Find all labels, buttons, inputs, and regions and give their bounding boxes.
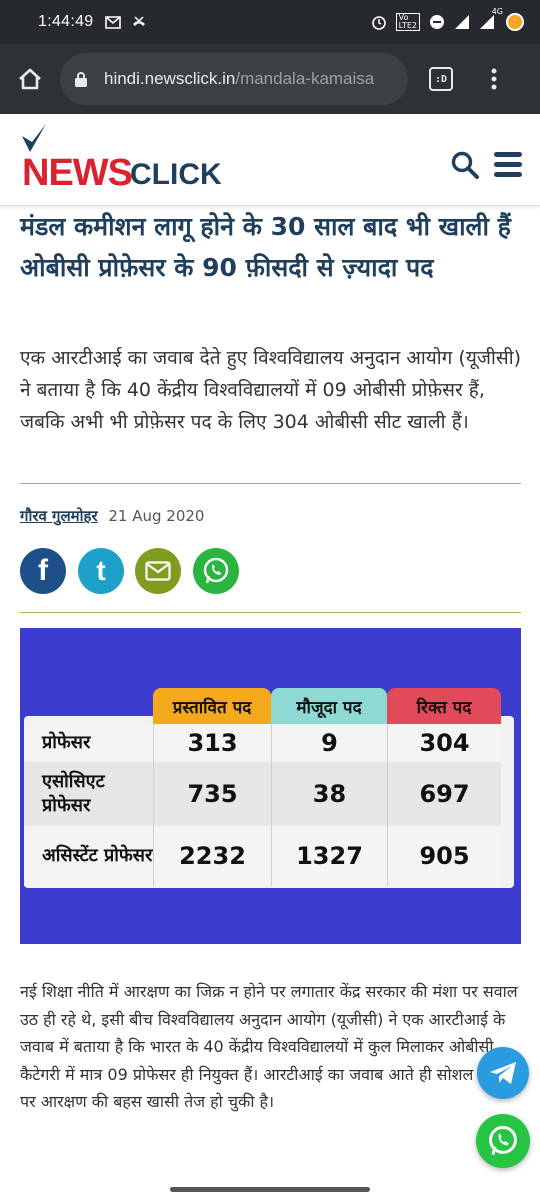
cell-vacant: 697	[387, 762, 501, 826]
row-label: प्रोफेसर	[42, 732, 91, 753]
share-facebook-button[interactable]: f	[20, 548, 66, 594]
table-row: एसोसिएट प्रोफेसर 735 38 697	[24, 762, 501, 826]
cell-current: 38	[271, 762, 387, 826]
missed-call-icon	[131, 13, 147, 31]
status-time: 1:44:49	[38, 13, 94, 30]
row-label: असिस्टेंट प्रोफेसर	[42, 845, 153, 866]
browser-toolbar: hindi.newsclick.in/mandala-kamaisa :D	[0, 44, 540, 114]
byline: गौरव गुलमोहर 21 Aug 2020	[20, 506, 204, 526]
article-headline: मंडल कमीशन लागू होने के 30 साल बाद भी खा…	[20, 212, 511, 282]
home-icon	[19, 68, 41, 90]
share-email-button[interactable]	[135, 548, 181, 594]
signal-icon-2: 4G	[479, 7, 503, 31]
divider	[20, 483, 521, 484]
signal-icon-1	[454, 13, 470, 31]
volte-icon: Vo LTE2	[395, 13, 420, 31]
address-bar[interactable]: hindi.newsclick.in/mandala-kamaisa	[60, 53, 408, 105]
menu-bar-icon	[494, 152, 522, 157]
share-whatsapp-button[interactable]	[193, 548, 239, 594]
divider	[20, 612, 521, 613]
twitter-icon: t	[96, 555, 106, 586]
publish-date: 21 Aug 2020	[108, 507, 205, 525]
menu-button[interactable]	[494, 152, 522, 178]
obc-posts-infographic: प्रस्तावित पद मौजूदा पद रिक्त पद प्रोफेस…	[20, 628, 521, 944]
lock-icon	[74, 71, 92, 88]
cell-vacant: 905	[387, 826, 501, 886]
email-icon	[145, 561, 171, 581]
menu-bar-icon	[494, 162, 522, 167]
article-body-paragraph: नई शिक्षा नीति में आरक्षण का जिक्र न होन…	[20, 982, 519, 1111]
more-vert-icon	[491, 68, 497, 90]
whatsapp-float-button[interactable]	[476, 1114, 530, 1168]
logo-news-text: NEWS	[22, 152, 133, 194]
site-header: NEWS CLICK	[0, 114, 540, 206]
whatsapp-icon	[489, 1125, 517, 1156]
tabs-count: :D	[429, 67, 453, 91]
logo-click-text: CLICK	[130, 158, 222, 191]
search-icon	[451, 151, 479, 179]
author-link[interactable]: गौरव गुलमोहर	[20, 507, 98, 525]
whatsapp-icon	[203, 557, 229, 584]
tabs-button[interactable]: :D	[408, 67, 474, 91]
search-button[interactable]	[450, 150, 480, 180]
facebook-icon: f	[38, 554, 48, 587]
header-proposed-posts: प्रस्तावित पद	[153, 688, 271, 724]
cell-current: 1327	[271, 826, 387, 886]
newsclick-logo[interactable]: NEWS CLICK	[20, 122, 250, 198]
telegram-icon	[490, 1062, 516, 1084]
row-label: एसोसिएट प्रोफेसर	[42, 771, 105, 816]
telegram-float-button[interactable]	[477, 1047, 529, 1099]
overflow-menu-button[interactable]	[474, 67, 514, 91]
header-current-posts: मौजूदा पद	[271, 688, 387, 724]
share-twitter-button[interactable]: t	[78, 548, 124, 594]
cell-proposed: 735	[153, 762, 271, 826]
cell-proposed: 2232	[153, 826, 271, 886]
table-row: प्रोफेसर 313 9 304	[24, 724, 501, 762]
cell-proposed: 313	[153, 724, 271, 762]
system-nav-bar	[0, 1178, 540, 1200]
cell-vacant: 304	[387, 724, 501, 762]
home-gesture-pill[interactable]	[170, 1187, 370, 1192]
battery-saver-icon	[506, 13, 524, 31]
header-vacant-posts: रिक्त पद	[387, 688, 501, 724]
alarm-icon	[371, 13, 387, 31]
dnd-icon	[429, 13, 445, 31]
url-path: /mandala-kamaisa	[235, 69, 375, 88]
menu-bar-icon	[494, 172, 522, 177]
home-button[interactable]	[0, 44, 60, 114]
table-row: असिस्टेंट प्रोफेसर 2232 1327 905	[24, 826, 501, 886]
article-summary: एक आरटीआई का जवाब देते हुए विश्वविद्यालय…	[20, 347, 522, 433]
gmail-notification-icon	[105, 13, 122, 31]
cell-current: 9	[271, 724, 387, 762]
url-host: hindi.newsclick.in	[104, 69, 236, 88]
status-bar: 1:44:49 Vo LTE2 4G	[0, 0, 540, 44]
